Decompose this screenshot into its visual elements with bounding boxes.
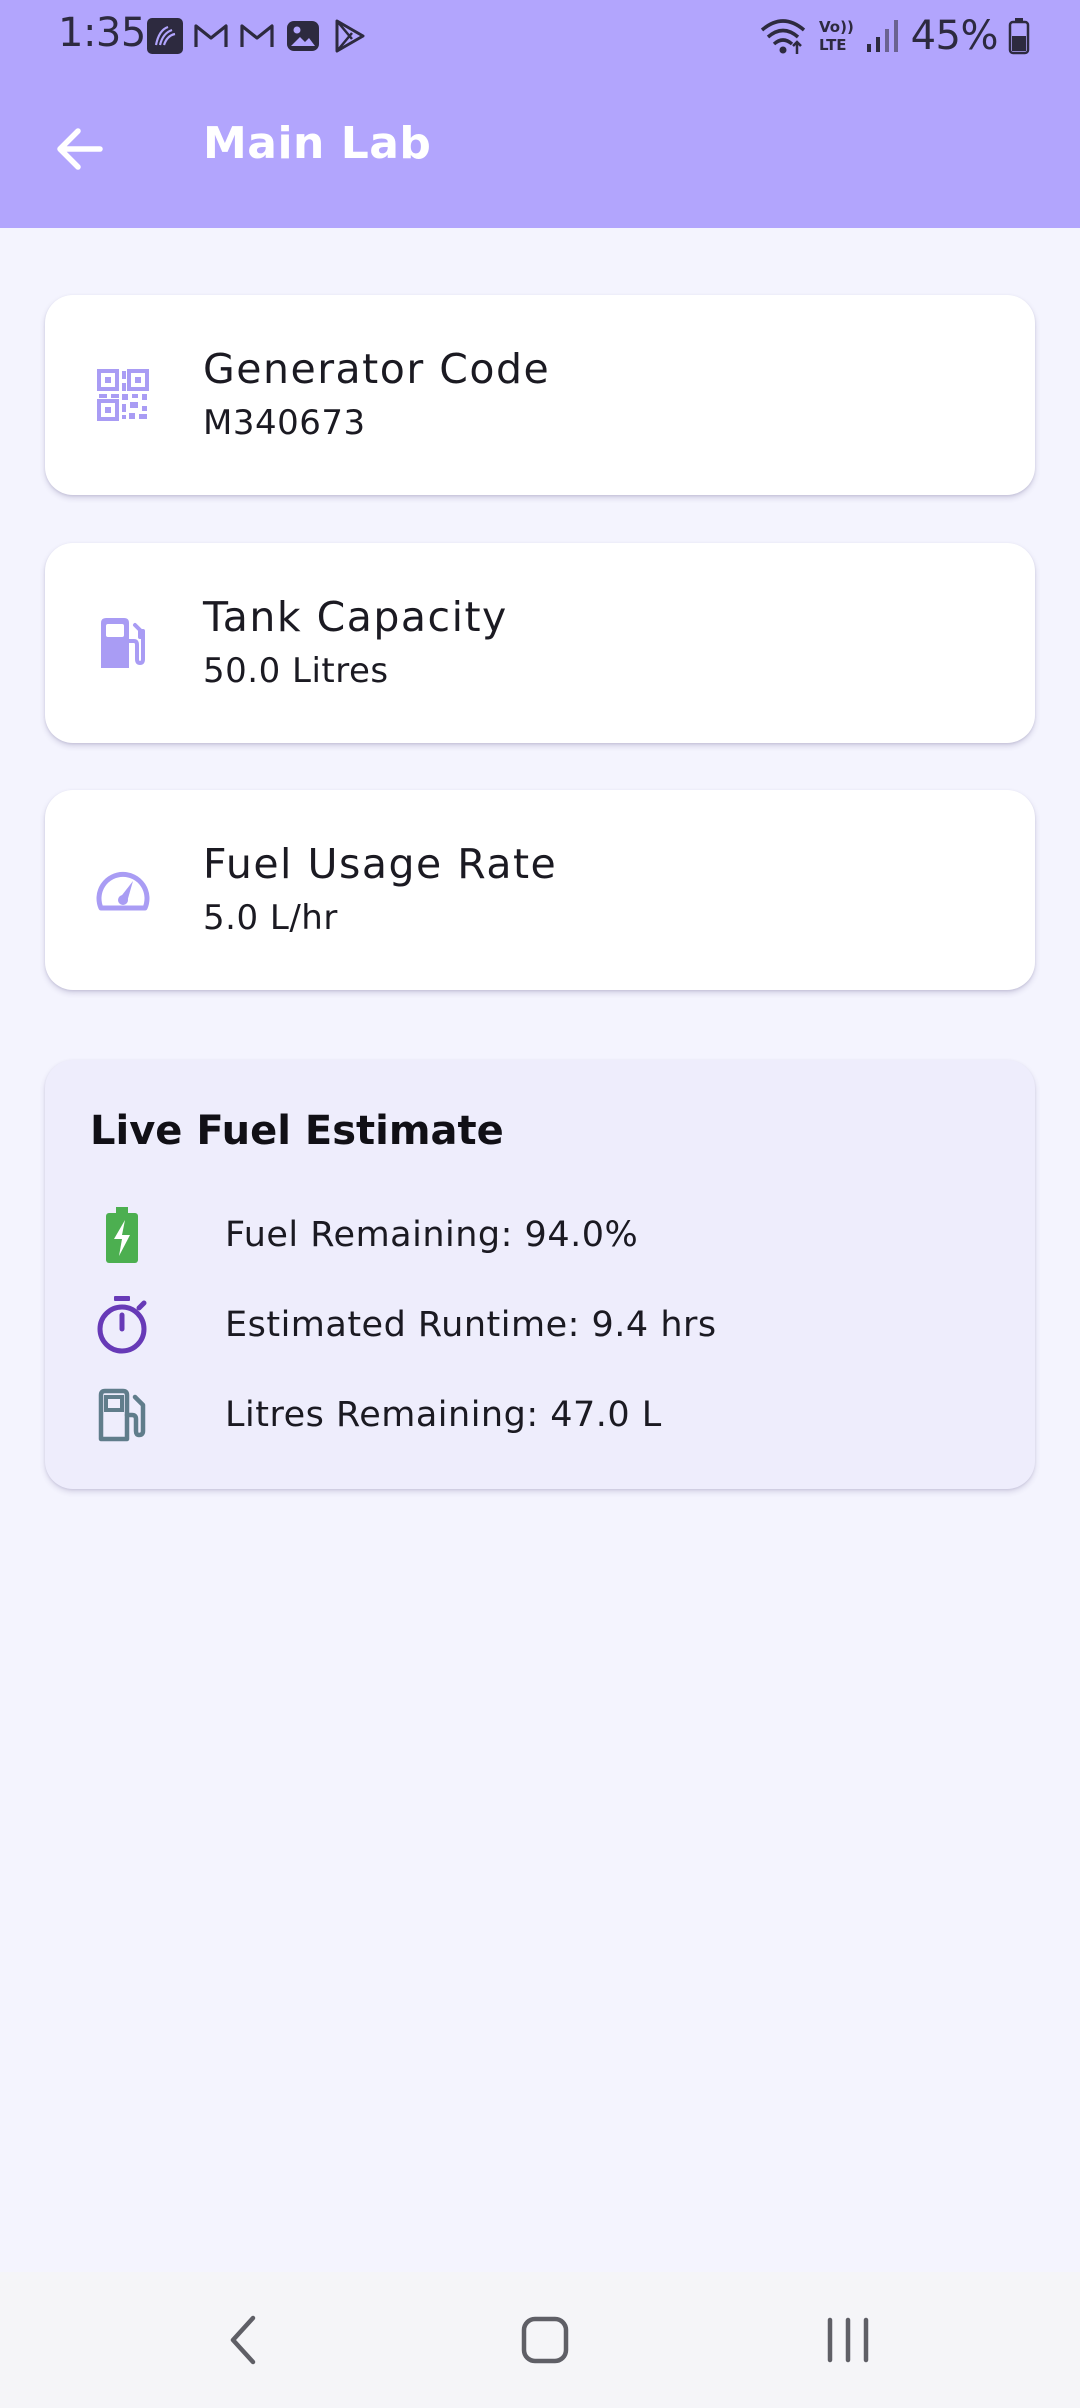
card-value: M340673 bbox=[203, 403, 366, 443]
svg-text:LTE: LTE bbox=[819, 36, 847, 54]
battery-percent: 45% bbox=[910, 13, 999, 59]
gallery-icon bbox=[287, 21, 319, 51]
arrow-left-icon bbox=[57, 128, 103, 170]
card-value: 5.0 L/hr bbox=[203, 898, 338, 938]
timer-icon bbox=[90, 1293, 154, 1357]
card-value: 50.0 Litres bbox=[203, 651, 389, 691]
system-navigation-bar bbox=[0, 2272, 1080, 2408]
wifi-icon bbox=[760, 19, 805, 54]
fuel-remaining-text: Fuel Remaining: 94.0% bbox=[225, 1215, 639, 1255]
nav-home-button[interactable] bbox=[500, 2300, 590, 2380]
fuel-remaining-row: Fuel Remaining: 94.0% bbox=[90, 1203, 990, 1267]
page-title: Main Lab bbox=[203, 118, 432, 169]
back-nav-icon bbox=[230, 2315, 256, 2365]
nav-back-button[interactable] bbox=[198, 2300, 288, 2380]
home-nav-icon bbox=[521, 2316, 569, 2364]
back-button[interactable] bbox=[42, 112, 116, 186]
generator-code-card: Generator Code M340673 bbox=[45, 295, 1035, 495]
app-icon bbox=[147, 18, 183, 54]
fuel-pump-icon bbox=[93, 613, 153, 673]
card-title: Fuel Usage Rate bbox=[203, 840, 558, 888]
recents-nav-icon bbox=[827, 2317, 869, 2363]
runtime-row: Estimated Runtime: 9.4 hrs bbox=[90, 1293, 990, 1357]
qr-code-icon bbox=[93, 365, 153, 425]
play-store-icon bbox=[335, 19, 365, 53]
runtime-text: Estimated Runtime: 9.4 hrs bbox=[225, 1305, 717, 1345]
gmail-icon bbox=[194, 24, 228, 47]
gmail-icon bbox=[240, 24, 274, 47]
nav-recents-button[interactable] bbox=[803, 2300, 893, 2380]
status-bar: 1:35 Vo)) LTE 45% bbox=[0, 0, 1080, 70]
card-title: Tank Capacity bbox=[203, 593, 508, 641]
top-bar: 1:35 Vo)) LTE 45% Main Lab bbox=[0, 0, 1080, 228]
system-icons: Vo)) LTE 45% bbox=[759, 12, 1030, 60]
tank-capacity-card: Tank Capacity 50.0 Litres bbox=[45, 543, 1035, 743]
litres-remaining-row: Litres Remaining: 47.0 L bbox=[90, 1383, 990, 1447]
estimate-title: Live Fuel Estimate bbox=[90, 1108, 504, 1154]
status-time: 1:35 bbox=[58, 10, 146, 56]
battery-charging-icon bbox=[90, 1203, 154, 1267]
card-title: Generator Code bbox=[203, 345, 551, 393]
svg-text:Vo)): Vo)) bbox=[819, 18, 854, 36]
volte-icon: Vo)) LTE bbox=[819, 18, 854, 54]
battery-icon bbox=[1008, 18, 1030, 55]
notification-icons bbox=[146, 16, 368, 56]
fuel-usage-rate-card: Fuel Usage Rate 5.0 L/hr bbox=[45, 790, 1035, 990]
litres-remaining-text: Litres Remaining: 47.0 L bbox=[225, 1395, 662, 1435]
fuel-pump-outline-icon bbox=[90, 1383, 154, 1447]
speedometer-icon bbox=[93, 860, 153, 920]
live-fuel-estimate-panel: Live Fuel Estimate Fuel Remaining: 94.0%… bbox=[45, 1060, 1035, 1489]
app-bar: Main Lab bbox=[0, 70, 1080, 228]
signal-icon bbox=[866, 20, 898, 52]
